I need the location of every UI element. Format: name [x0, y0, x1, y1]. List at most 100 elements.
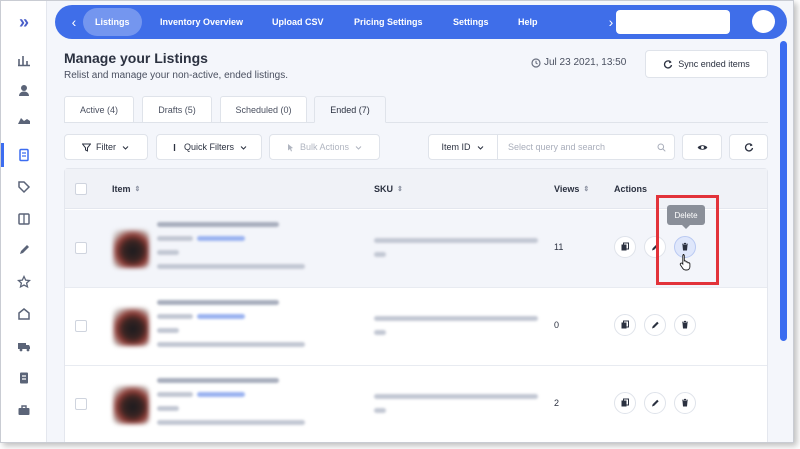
- quick-filters-label: Quick Filters: [183, 142, 234, 152]
- analytics-icon[interactable]: [14, 51, 34, 69]
- tab-drafts[interactable]: Drafts (5): [142, 96, 212, 123]
- chevron-down-icon: [477, 145, 483, 150]
- column-sku-label: SKU: [374, 184, 394, 194]
- item-id-label: Item ID: [441, 142, 471, 152]
- bulk-actions-dropdown[interactable]: Bulk Actions: [269, 134, 380, 160]
- copy-icon: [621, 398, 629, 407]
- chevron-down-icon: [355, 145, 362, 150]
- sidebar-active-indicator: [1, 143, 4, 167]
- visibility-toggle-button[interactable]: [682, 134, 722, 160]
- chevron-down-icon: [240, 145, 247, 150]
- item-thumbnail: [113, 230, 149, 268]
- edit-button[interactable]: [644, 314, 666, 336]
- report-icon[interactable]: [14, 369, 34, 387]
- page-subtitle: Relist and manage your non-active, ended…: [64, 70, 289, 81]
- nav-tab-listings[interactable]: Listings: [83, 8, 142, 36]
- item-id-link-blurred[interactable]: [197, 392, 245, 397]
- column-sku[interactable]: SKU ⇕: [374, 184, 403, 194]
- sort-icon: ⇕: [583, 186, 590, 193]
- hand-cursor-icon: [679, 254, 691, 271]
- chevron-left-icon[interactable]: ‹: [65, 12, 83, 32]
- list-icon: [173, 143, 176, 151]
- delete-button[interactable]: [674, 392, 696, 414]
- item-sku-blurred: [157, 264, 305, 269]
- quick-filters-dropdown[interactable]: Quick Filters: [156, 134, 262, 160]
- copy-button[interactable]: [614, 314, 636, 336]
- column-item[interactable]: Item ⇕: [112, 184, 140, 194]
- nav-tab-help[interactable]: Help: [518, 5, 538, 39]
- sync-label: Sync ended items: [678, 59, 750, 69]
- sync-ended-items-button[interactable]: Sync ended items: [645, 50, 768, 78]
- item-id-blurred: [157, 392, 193, 397]
- avatar[interactable]: [752, 10, 775, 33]
- tab-scheduled[interactable]: Scheduled (0): [220, 96, 307, 123]
- document-icon[interactable]: [14, 146, 34, 164]
- global-search-input[interactable]: [616, 10, 730, 34]
- funnel-icon: [82, 143, 91, 152]
- chevron-down-icon: [122, 145, 129, 150]
- refresh-button[interactable]: [729, 134, 768, 160]
- item-meta-blurred: [157, 328, 179, 333]
- item-meta-blurred: [157, 406, 179, 411]
- copy-icon: [621, 242, 629, 251]
- query-search-field[interactable]: [498, 134, 675, 160]
- app-window: » ‹ Listings Inventory Overview Upload C…: [0, 0, 794, 443]
- pencil-icon: [652, 321, 659, 329]
- page-title: Manage your Listings: [64, 50, 208, 66]
- last-sync-timestamp: Jul 23 2021, 13:50: [531, 57, 626, 68]
- row-checkbox[interactable]: [75, 398, 87, 410]
- nav-tab-settings[interactable]: Settings: [453, 5, 489, 39]
- sync-icon: [664, 60, 673, 69]
- column-views-label: Views: [554, 184, 580, 194]
- tab-ended[interactable]: Ended (7): [314, 96, 386, 123]
- filter-dropdown[interactable]: Filter: [64, 134, 148, 160]
- item-meta-blurred: [157, 250, 179, 255]
- store-icon[interactable]: [14, 305, 34, 323]
- tab-active[interactable]: Active (4): [64, 96, 134, 123]
- filter-label: Filter: [96, 142, 116, 152]
- vertical-scrollbar[interactable]: [780, 41, 787, 341]
- sku-blurred: [374, 408, 386, 413]
- sku-blurred: [374, 252, 386, 257]
- delete-button[interactable]: [674, 314, 696, 336]
- sidebar: »: [1, 1, 47, 442]
- item-id-link-blurred[interactable]: [197, 236, 245, 241]
- star-icon[interactable]: [14, 273, 34, 291]
- row-checkbox[interactable]: [75, 242, 87, 254]
- sort-icon: ⇕: [397, 186, 403, 193]
- refresh-icon: [744, 143, 753, 152]
- book-icon[interactable]: [14, 210, 34, 228]
- item-id-link-blurred[interactable]: [197, 314, 245, 319]
- copy-button[interactable]: [614, 236, 636, 258]
- column-views[interactable]: Views ⇕: [554, 184, 589, 194]
- copy-button[interactable]: [614, 392, 636, 414]
- select-all-checkbox[interactable]: [75, 183, 87, 195]
- table-row[interactable]: 2: [65, 366, 767, 442]
- table-row[interactable]: 0: [65, 288, 767, 366]
- toolbox-icon[interactable]: [14, 401, 34, 419]
- trash-icon: [682, 320, 688, 329]
- column-item-label: Item: [112, 184, 131, 194]
- user-icon[interactable]: [14, 81, 34, 99]
- expand-sidebar-icon[interactable]: »: [14, 12, 34, 32]
- top-navigation: ‹ Listings Inventory Overview Upload CSV…: [55, 5, 787, 39]
- row-checkbox[interactable]: [75, 320, 87, 332]
- query-search-input[interactable]: [498, 135, 648, 159]
- nav-tab-inventory-overview[interactable]: Inventory Overview: [160, 5, 243, 39]
- timestamp-text: Jul 23 2021, 13:50: [544, 57, 627, 68]
- nav-tab-upload-csv[interactable]: Upload CSV: [272, 5, 324, 39]
- item-id-blurred: [157, 314, 193, 319]
- item-title-blurred: [157, 378, 279, 383]
- pencil-icon[interactable]: [14, 241, 34, 259]
- search-icon[interactable]: [657, 143, 666, 152]
- item-title-blurred: [157, 222, 279, 227]
- shoe-icon[interactable]: [14, 112, 34, 130]
- item-id-select[interactable]: Item ID: [428, 134, 498, 160]
- tag-icon[interactable]: [14, 178, 34, 196]
- edit-button[interactable]: [644, 392, 666, 414]
- sku-blurred: [374, 394, 538, 399]
- eye-icon: [697, 144, 707, 150]
- nav-tab-pricing-settings[interactable]: Pricing Settings: [354, 5, 423, 39]
- item-sku-blurred: [157, 342, 305, 347]
- truck-icon[interactable]: [14, 337, 34, 355]
